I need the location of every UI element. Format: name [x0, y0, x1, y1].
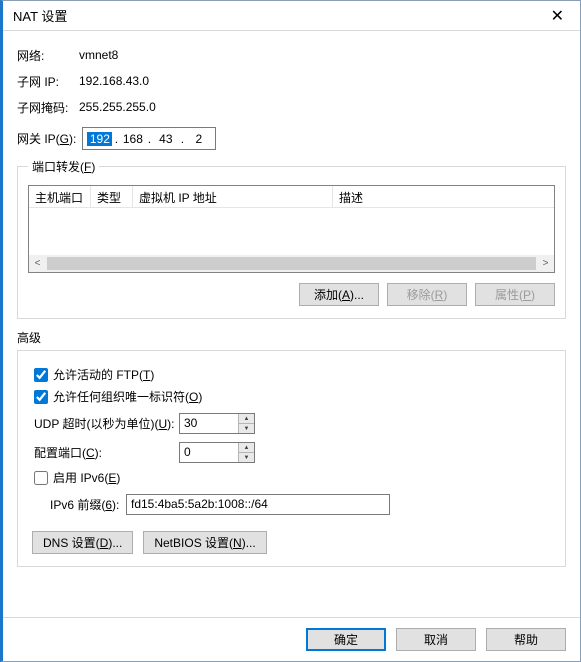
gateway-label: 网关 IP(G):	[17, 130, 76, 147]
ipv6-prefix-input[interactable]: fd15:4ba5:5a2b:1008::/64	[126, 494, 390, 515]
help-button[interactable]: 帮助	[486, 628, 566, 651]
dns-settings-button[interactable]: DNS 设置(D)...	[32, 531, 133, 554]
scroll-right-icon[interactable]: >	[537, 255, 554, 272]
subnet-mask-label: 子网掩码:	[17, 99, 79, 116]
col-desc[interactable]: 描述	[333, 186, 554, 207]
remove-button[interactable]: 移除(R)	[387, 283, 467, 306]
scroll-track[interactable]	[47, 257, 536, 270]
properties-button[interactable]: 属性(P)	[475, 283, 555, 306]
enable-ipv6-label[interactable]: 启用 IPv6(E)	[53, 469, 120, 486]
content-area: 网络: vmnet8 子网 IP: 192.168.43.0 子网掩码: 255…	[3, 31, 580, 585]
port-forward-legend: 端口转发(F)	[28, 158, 99, 175]
port-forward-buttons: 添加(A)... 移除(R) 属性(P)	[28, 283, 555, 306]
scroll-left-icon[interactable]: <	[29, 255, 46, 272]
allow-ftp-row: 允许活动的 FTP(T)	[34, 366, 555, 383]
subnet-mask-row: 子网掩码: 255.255.255.0	[17, 97, 566, 117]
port-forward-table[interactable]: 主机端口 类型 虚拟机 IP 地址 描述 < >	[28, 185, 555, 273]
close-icon[interactable]: ✕	[545, 6, 570, 26]
config-port-row: 配置端口(C): 0 ▲▼	[34, 442, 555, 463]
advanced-group: 允许活动的 FTP(T) 允许任何组织唯一标识符(O) UDP 超时(以秒为单位…	[17, 350, 566, 567]
window-title: NAT 设置	[13, 6, 67, 25]
udp-timeout-value[interactable]: 30	[180, 414, 238, 433]
udp-timeout-row: UDP 超时(以秒为单位)(U): 30 ▲▼	[34, 413, 555, 434]
network-label: 网络:	[17, 47, 79, 64]
spin-down-icon[interactable]: ▼	[239, 424, 254, 433]
port-forward-group: 端口转发(F) 主机端口 类型 虚拟机 IP 地址 描述 < > 添加(A)..…	[17, 158, 566, 319]
network-row: 网络: vmnet8	[17, 45, 566, 65]
enable-ipv6-row: 启用 IPv6(E)	[34, 469, 555, 486]
config-port-value[interactable]: 0	[180, 443, 238, 462]
ipv6-prefix-row: IPv6 前缀(6): fd15:4ba5:5a2b:1008::/64	[50, 494, 555, 515]
udp-timeout-label: UDP 超时(以秒为单位)(U):	[34, 415, 179, 432]
allow-ftp-checkbox[interactable]	[34, 368, 48, 382]
spin-up-icon[interactable]: ▲	[239, 443, 254, 453]
subnet-ip-row: 子网 IP: 192.168.43.0	[17, 71, 566, 91]
gateway-octet-2[interactable]: 168	[120, 132, 145, 146]
ok-button[interactable]: 确定	[306, 628, 386, 651]
table-header: 主机端口 类型 虚拟机 IP 地址 描述	[29, 186, 554, 208]
enable-ipv6-checkbox[interactable]	[34, 471, 48, 485]
udp-timeout-input[interactable]: 30 ▲▼	[179, 413, 255, 434]
spin-down-icon[interactable]: ▼	[239, 453, 254, 462]
allow-ftp-label[interactable]: 允许活动的 FTP(T)	[53, 366, 154, 383]
allow-org-checkbox[interactable]	[34, 390, 48, 404]
allow-org-label[interactable]: 允许任何组织唯一标识符(O)	[53, 388, 202, 405]
col-host-port[interactable]: 主机端口	[29, 186, 91, 207]
gateway-octet-3[interactable]: 43	[153, 132, 178, 146]
title-bar: NAT 设置 ✕	[3, 1, 580, 31]
config-port-label: 配置端口(C):	[34, 444, 179, 461]
advanced-label: 高级	[17, 329, 566, 346]
horizontal-scrollbar[interactable]: < >	[29, 255, 554, 272]
adv-btn-row: DNS 设置(D)... NetBIOS 设置(N)...	[32, 531, 555, 554]
dialog-footer: 确定 取消 帮助	[3, 617, 580, 661]
gateway-row: 网关 IP(G): 192. 168. 43. 2	[17, 127, 566, 150]
gateway-octet-1[interactable]: 192	[87, 132, 112, 146]
gateway-ip-input[interactable]: 192. 168. 43. 2	[82, 127, 216, 150]
allow-org-row: 允许任何组织唯一标识符(O)	[34, 388, 555, 405]
netbios-settings-button[interactable]: NetBIOS 设置(N)...	[143, 531, 266, 554]
network-value: vmnet8	[79, 48, 118, 62]
col-type[interactable]: 类型	[91, 186, 133, 207]
config-port-input[interactable]: 0 ▲▼	[179, 442, 255, 463]
cancel-button[interactable]: 取消	[396, 628, 476, 651]
subnet-mask-value: 255.255.255.0	[79, 100, 156, 114]
add-button[interactable]: 添加(A)...	[299, 283, 379, 306]
gateway-octet-4[interactable]: 2	[186, 132, 211, 146]
subnet-ip-label: 子网 IP:	[17, 73, 79, 90]
col-vm-ip[interactable]: 虚拟机 IP 地址	[133, 186, 333, 207]
ipv6-prefix-label: IPv6 前缀(6):	[50, 496, 126, 513]
subnet-ip-value: 192.168.43.0	[79, 74, 149, 88]
spin-up-icon[interactable]: ▲	[239, 414, 254, 424]
